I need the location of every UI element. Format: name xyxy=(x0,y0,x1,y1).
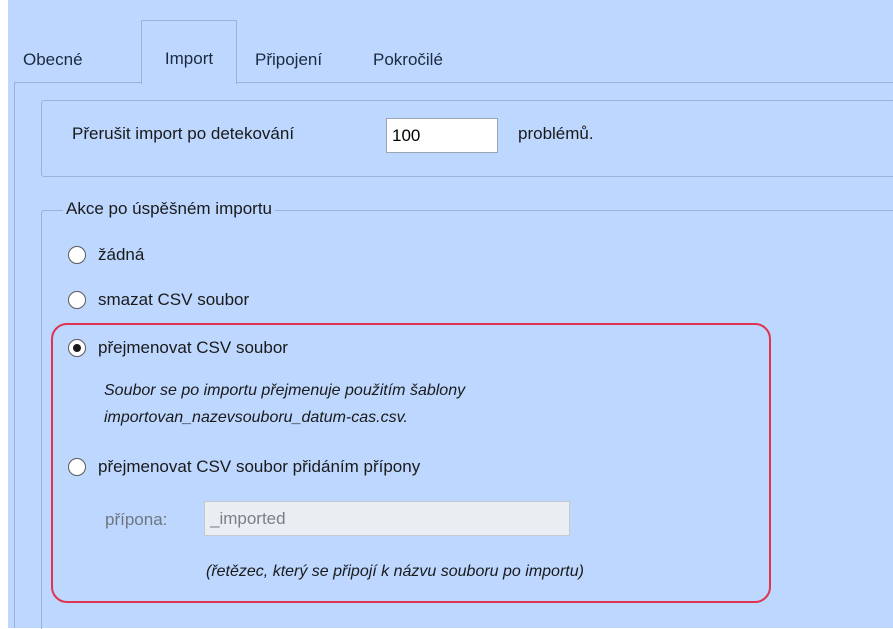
tab-bar: Obecné Import Připojení Pokročilé xyxy=(8,20,893,84)
rename-note-line2: importovan_nazevsouboru_datum-cas.csv. xyxy=(104,409,408,426)
tab-label: Import xyxy=(164,49,214,68)
tab-import[interactable]: Import xyxy=(141,20,237,84)
radio-rename-csv[interactable]: přejmenovat CSV soubor xyxy=(68,338,468,362)
tab-obecne[interactable]: Obecné xyxy=(23,50,93,78)
radio-label: smazat CSV soubor xyxy=(98,290,250,309)
tab-pokrocile[interactable]: Pokročilé xyxy=(373,50,473,78)
tab-label: Obecné xyxy=(23,50,83,69)
tab-label: Pokročilé xyxy=(373,50,443,69)
radio-label: žádná xyxy=(98,245,145,264)
suffix-label: přípona: xyxy=(105,510,168,529)
abort-threshold-input[interactable] xyxy=(386,118,498,153)
tab-label: Připojení xyxy=(255,50,323,69)
radio-label: přejmenovat CSV soubor přidáním přípony xyxy=(98,457,421,476)
radio-button[interactable] xyxy=(68,291,86,309)
abort-label: Přerušit import po detekování xyxy=(72,124,295,143)
radio-delete-csv[interactable]: smazat CSV soubor xyxy=(68,290,468,314)
suffix-input[interactable] xyxy=(204,501,570,536)
radio-button[interactable] xyxy=(68,339,86,357)
tab-pripojeni[interactable]: Připojení xyxy=(255,50,345,78)
after-import-group-title: Akce po úspěšném importu xyxy=(63,199,275,219)
rename-note-line1: Soubor se po importu přejmenuje použitím… xyxy=(104,382,466,399)
radio-selected-dot xyxy=(73,344,81,352)
radio-none[interactable]: žádná xyxy=(68,245,468,269)
radio-rename-suffix[interactable]: přejmenovat CSV soubor přidáním přípony xyxy=(68,457,568,481)
radio-button[interactable] xyxy=(68,458,86,476)
radio-label: přejmenovat CSV soubor xyxy=(98,338,288,357)
suffix-note: (řetězec, který se připojí k názvu soubo… xyxy=(206,563,584,580)
abort-unit-label: problémů. xyxy=(518,124,594,143)
radio-button[interactable] xyxy=(68,246,86,264)
